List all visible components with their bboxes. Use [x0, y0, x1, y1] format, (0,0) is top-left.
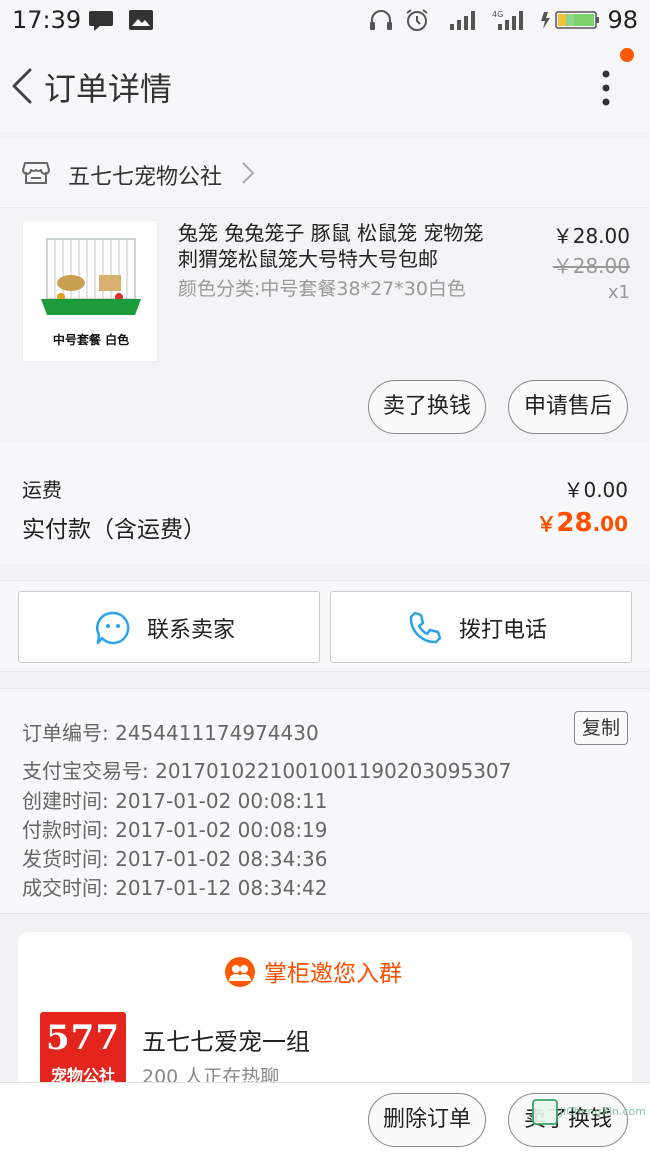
battery-percent: 98 — [607, 6, 638, 34]
paid-decimal: .00 — [592, 512, 628, 536]
contact-bar: 联系卖家 拨打电话 — [0, 580, 650, 672]
product-title[interactable]: 兔笼 兔兔笼子 豚鼠 松鼠笼 宠物笼刺猬笼松鼠笼大号特大号包邮 — [178, 220, 498, 272]
shop-name: 五七七宠物公社 — [68, 165, 223, 190]
app-header: 订单详情 — [0, 40, 650, 132]
call-phone-button[interactable]: 拨打电话 — [330, 591, 632, 663]
product-sku: 颜色分类:中号套餐38*27*30白色 — [178, 278, 466, 300]
more-vertical-icon — [602, 70, 610, 106]
headset-icon — [368, 8, 394, 32]
phone-icon — [407, 610, 443, 650]
product-quantity: x1 — [607, 282, 630, 303]
page-title: 订单详情 — [44, 70, 173, 108]
signal-4g-icon: 4G — [492, 8, 526, 32]
shipping-value: ￥0.00 — [563, 478, 628, 502]
order-number: 订单编号: 2454411174974430 — [22, 721, 319, 745]
more-menu-button[interactable] — [592, 66, 620, 110]
shop-row[interactable]: 五七七宠物公社 — [0, 138, 650, 208]
image-caption: 中号套餐 白色 — [52, 333, 130, 347]
product-item: 中号套餐 白色 兔笼 兔兔笼子 豚鼠 松鼠笼 宠物笼刺猬笼松鼠笼大号特大号包邮 … — [0, 208, 650, 442]
watermark-logo-icon — [531, 1099, 558, 1125]
alarm-icon — [404, 8, 430, 32]
signal-icon — [448, 8, 480, 32]
group-logo-number: 577 — [46, 1018, 120, 1058]
group-users-icon — [224, 956, 256, 992]
created-time: 创建时间: 2017-01-02 00:08:11 — [22, 789, 328, 813]
delete-order-button[interactable]: 删除订单 — [368, 1093, 486, 1147]
chevron-right-icon — [240, 160, 256, 190]
product-image[interactable]: 中号套餐 白色 — [22, 220, 158, 362]
status-time: 17:39 — [12, 6, 82, 34]
call-phone-label: 拨打电话 — [459, 618, 548, 643]
paid-label: 实付款（含运费） — [22, 517, 206, 543]
product-price: ￥28.00 — [552, 224, 630, 248]
copy-button[interactable]: 复制 — [574, 711, 628, 745]
pet-cage-image — [41, 238, 141, 315]
fee-summary: 运费 ￥0.00 实付款（含运费） ￥28.00 — [0, 442, 650, 564]
chat-bubble-icon — [95, 610, 131, 650]
bottom-action-bar: 删除订单 卖了换钱 JiChengXin.com — [0, 1082, 650, 1155]
notification-dot — [620, 48, 634, 62]
sell-for-cash-button[interactable]: 卖了换钱 — [368, 380, 486, 434]
chat-notification-icon — [88, 8, 114, 32]
order-info: 订单编号: 2454411174974430 复制 支付宝交易号: 201701… — [0, 688, 650, 914]
back-button[interactable] — [6, 62, 42, 110]
shipping-label: 运费 — [22, 478, 62, 502]
group-invite-header: 掌柜邀您入群 — [18, 954, 632, 988]
product-original-price: ￥28.00 — [552, 254, 630, 278]
group-invite-title: 掌柜邀您入群 — [264, 961, 402, 987]
image-notification-icon — [128, 8, 154, 32]
contact-seller-label: 联系卖家 — [147, 618, 236, 643]
watermark-text: JiChengXin.com — [559, 1105, 646, 1118]
paid-amount: ￥28.00 — [536, 508, 628, 538]
status-bar: 17:39 4G 98 — [0, 0, 650, 40]
store-icon — [22, 160, 50, 190]
alipay-trade-number: 支付宝交易号: 2017010221001001190203095307 — [22, 759, 512, 783]
svg-text:4G: 4G — [492, 10, 503, 19]
paid-integer: 28 — [556, 508, 593, 538]
contact-seller-button[interactable]: 联系卖家 — [18, 591, 320, 663]
after-sale-button[interactable]: 申请售后 — [508, 380, 628, 434]
battery-icon — [540, 8, 602, 32]
group-name: 五七七爱宠一组 — [142, 1028, 310, 1056]
watermark: JiChengXin.com — [531, 1099, 646, 1125]
chevron-left-icon — [12, 68, 32, 104]
paid-currency: ￥ — [536, 512, 557, 536]
shipped-time: 发货时间: 2017-01-02 08:34:36 — [22, 847, 328, 871]
completed-time: 成交时间: 2017-01-12 08:34:42 — [22, 876, 328, 900]
paid-time: 付款时间: 2017-01-02 00:08:19 — [22, 818, 328, 842]
